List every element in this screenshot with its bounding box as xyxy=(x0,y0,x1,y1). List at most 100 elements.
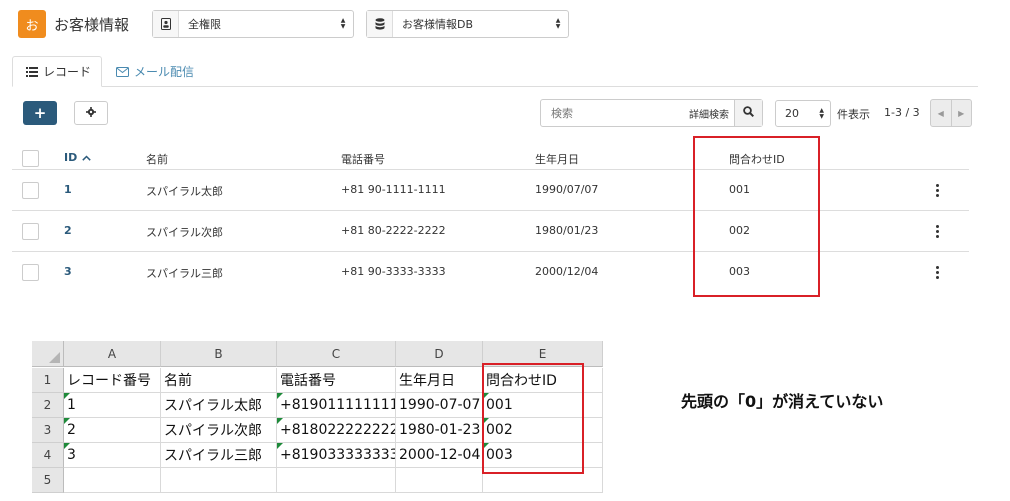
gear-icon xyxy=(86,106,96,120)
record-id-link[interactable]: 1 xyxy=(64,183,72,196)
database-select-value: お客様情報DB xyxy=(402,18,474,31)
sheet-cell[interactable]: スパイラル次郎 xyxy=(161,418,277,443)
column-header-d[interactable]: D xyxy=(396,341,483,367)
row-menu-icon[interactable] xyxy=(936,225,939,238)
sheet-cell[interactable]: 2000-12-04 xyxy=(396,443,483,468)
sheet-cell[interactable] xyxy=(161,468,277,493)
permission-select-value: 全権限 xyxy=(188,18,221,31)
settings-button[interactable] xyxy=(74,101,108,125)
search-button[interactable] xyxy=(734,100,762,126)
column-header-b[interactable]: B xyxy=(161,341,277,367)
database-select[interactable]: お客様情報DB ▲ ▼ xyxy=(366,10,569,38)
advanced-search-link[interactable]: 詳細検索 xyxy=(689,106,734,121)
row-header-2[interactable]: 2 xyxy=(32,393,64,418)
cell-tel: +81 90-3333-3333 xyxy=(341,265,446,278)
sheet-cell[interactable]: 1980-01-23 xyxy=(396,418,483,443)
row-header-1[interactable]: 1 xyxy=(32,368,64,393)
sheet-cell[interactable]: スパイラル太郎 xyxy=(161,393,277,418)
cell-birth: 1980/01/23 xyxy=(535,224,599,237)
table-header: ID 名前 電話番号 生年月日 問合わせID xyxy=(12,138,969,170)
tab-bar: レコード メール配信 xyxy=(12,56,978,87)
sheet-cell[interactable]: 問合わせID xyxy=(483,368,603,393)
add-record-button[interactable]: + xyxy=(23,101,57,125)
tab-records-label: レコード xyxy=(43,65,92,79)
database-icon xyxy=(367,11,393,37)
sheet-cell[interactable]: 電話番号 xyxy=(277,368,396,393)
sheet-cell[interactable]: 002 xyxy=(483,418,603,443)
sheet-cell[interactable] xyxy=(396,468,483,493)
permission-select[interactable]: 全権限 ▲ ▼ xyxy=(152,10,354,38)
row-header-3[interactable]: 3 xyxy=(32,418,64,443)
sheet-cell[interactable]: 2 xyxy=(64,418,161,443)
tab-mail-delivery[interactable]: メール配信 xyxy=(116,56,194,87)
cell-tel: +81 80-2222-2222 xyxy=(341,224,446,237)
sheet-cell[interactable]: 1 xyxy=(64,393,161,418)
table-row: 2 スパイラル次郎 +81 80-2222-2222 1980/01/23 00… xyxy=(12,211,969,252)
cell-birth: 2000/12/04 xyxy=(535,265,599,278)
prev-page-button[interactable]: ◀ xyxy=(931,100,952,126)
next-page-button[interactable]: ▶ xyxy=(952,100,972,126)
search-icon xyxy=(743,106,755,120)
cell-name: スパイラル三郎 xyxy=(146,267,223,280)
sheet-cell[interactable] xyxy=(64,468,161,493)
sheet-cell[interactable]: スパイラル三郎 xyxy=(161,443,277,468)
cell-name: スパイラル太郎 xyxy=(146,185,223,198)
page-info: 1-3 / 3 xyxy=(884,106,920,119)
sort-arrows-icon: ▲ ▼ xyxy=(819,107,824,120)
row-checkbox[interactable] xyxy=(22,264,39,281)
sheet-cell[interactable] xyxy=(277,468,396,493)
column-header-inquiry: 問合わせID xyxy=(729,153,785,166)
column-header-name: 名前 xyxy=(146,153,168,166)
column-header-birth: 生年月日 xyxy=(535,153,579,166)
sheet-cell[interactable]: レコード番号 xyxy=(64,368,161,393)
app-title: お客様情報 xyxy=(54,16,130,34)
sort-arrows-icon: ▲ ▼ xyxy=(555,17,561,30)
search-input[interactable]: 検索 xyxy=(541,105,689,121)
sheet-cell[interactable]: 001 xyxy=(483,393,603,418)
sheet-cell[interactable]: 生年月日 xyxy=(396,368,483,393)
row-menu-icon[interactable] xyxy=(936,266,939,279)
column-header-e[interactable]: E xyxy=(483,341,603,367)
column-header-c[interactable]: C xyxy=(277,341,396,367)
row-header-4[interactable]: 4 xyxy=(32,443,64,468)
envelope-icon xyxy=(116,66,129,77)
per-page-value: 20 xyxy=(785,107,799,120)
sheet-cell[interactable]: +819033333333 xyxy=(277,443,396,468)
sheet-cell[interactable]: +819011111111 xyxy=(277,393,396,418)
sheet-cell[interactable] xyxy=(483,468,603,493)
sheet-cell[interactable]: +818022222222 xyxy=(277,418,396,443)
record-id-link[interactable]: 2 xyxy=(64,224,72,237)
table-row: 1 スパイラル太郎 +81 90-1111-1111 1990/07/07 00… xyxy=(12,170,969,211)
list-icon xyxy=(26,66,38,77)
annotation-text: 先頭の「0」が消えていない xyxy=(681,392,884,411)
row-header-5[interactable]: 5 xyxy=(32,468,64,493)
cell-tel: +81 90-1111-1111 xyxy=(341,183,446,196)
row-menu-icon[interactable] xyxy=(936,184,939,197)
search-box[interactable]: 検索 詳細検索 xyxy=(540,99,763,127)
sort-arrows-icon: ▲ ▼ xyxy=(340,17,346,30)
row-checkbox[interactable] xyxy=(22,223,39,240)
per-page-select[interactable]: 20 ▲ ▼ xyxy=(775,100,831,127)
column-header-id-label: ID xyxy=(64,151,78,164)
cell-inquiry: 003 xyxy=(729,265,750,278)
record-table: ID 名前 電話番号 生年月日 問合わせID 1 スパイラル太郎 +81 90-… xyxy=(12,138,969,293)
tab-records[interactable]: レコード xyxy=(12,56,102,87)
row-checkbox[interactable] xyxy=(22,182,39,199)
per-page-label: 件表示 xyxy=(837,108,870,121)
sheet-cell[interactable]: 名前 xyxy=(161,368,277,393)
cell-name: スパイラル次郎 xyxy=(146,226,223,239)
select-all-corner[interactable] xyxy=(32,341,64,367)
id-card-icon xyxy=(153,11,179,37)
sheet-cell[interactable]: 003 xyxy=(483,443,603,468)
sheet-cell[interactable]: 1990-07-07 xyxy=(396,393,483,418)
pagination: ◀ ▶ xyxy=(930,99,972,127)
select-all-checkbox[interactable] xyxy=(22,150,39,167)
column-header-tel: 電話番号 xyxy=(341,153,385,166)
record-id-link[interactable]: 3 xyxy=(64,265,72,278)
cell-inquiry: 001 xyxy=(729,183,750,196)
column-header-id[interactable]: ID xyxy=(64,151,91,164)
sheet-cell[interactable]: 3 xyxy=(64,443,161,468)
app-logo: お xyxy=(18,10,46,38)
column-header-a[interactable]: A xyxy=(64,341,161,367)
table-row: 3 スパイラル三郎 +81 90-3333-3333 2000/12/04 00… xyxy=(12,252,969,293)
